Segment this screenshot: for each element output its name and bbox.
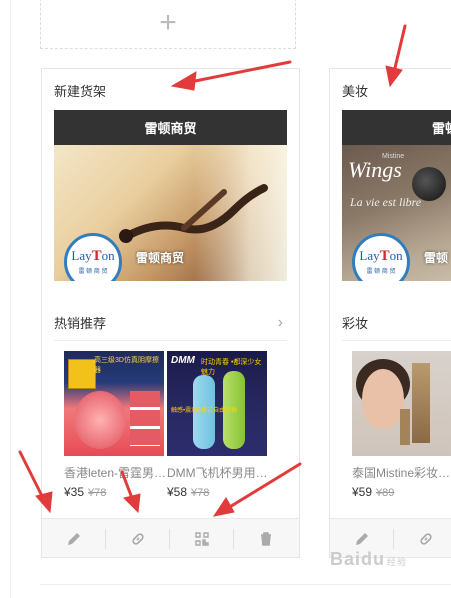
store-name-bar: 雷顿商贸 [54,110,287,145]
product-price: ¥58 ¥78 [167,485,210,499]
shelf-toolbar [42,518,299,557]
link-button[interactable] [394,529,451,549]
shelf-title: 美妆 [342,84,369,99]
trash-icon [261,532,271,546]
chevron-right-icon: › [277,313,283,331]
divider [40,584,451,585]
delete-button[interactable] [234,529,298,549]
link-button[interactable] [106,529,170,549]
section-label: 热销推荐 [54,316,107,331]
link-icon [420,533,432,545]
watermark: Baidu 经验 [330,549,408,569]
product-name[interactable]: 泰国Mistine彩妆… [352,464,451,481]
banner-store-name: 雷顿商贸 [136,251,185,265]
banner-figure [119,184,268,243]
product-image[interactable]: DMM 时动青春 •都深少女魅力 触感•震动&模式自由转换 [167,351,267,456]
shelf-title: 新建货架 [54,84,107,99]
shelf-banner-image: LayTon 雷 顿 商 贸 雷顿商贸 [54,145,287,281]
product-name[interactable]: 香港leten-雷霆男… [64,464,168,481]
section-label: 彩妆 [342,316,369,331]
product-price: ¥35 ¥78 [64,485,107,499]
add-shelf-button[interactable]: + [40,0,296,49]
store-name-bar: 雷顿 [342,110,451,145]
pencil-icon [355,533,368,545]
section-hot-recommend[interactable]: 热销推荐 › [54,305,287,341]
edit-button[interactable] [330,529,394,549]
qrcode-icon [194,532,209,546]
product-image[interactable]: 高三级3D仿真阴摩擦器 [64,351,164,456]
left-panel-edge [0,0,11,598]
product-image[interactable] [352,351,451,456]
qrcode-button[interactable] [170,529,234,549]
link-icon [131,533,144,545]
product-name[interactable]: DMM飞机杯男用… [167,464,271,481]
shelf-card-makeup[interactable]: 美妆 雷顿 Wings Mistine La vie est libre Lay… [329,68,451,558]
store-logo: LayTon 雷 顿 商 贸 [352,233,410,281]
plus-icon: + [159,6,177,39]
pencil-icon [67,533,80,545]
banner-store-name: 雷顿 [424,251,449,265]
shelf-banner-image: Wings Mistine La vie est libre LayTon 雷 … [342,145,451,281]
edit-button[interactable] [42,529,106,549]
product-price: ¥59 ¥89 [352,485,395,499]
shelf-card-new[interactable]: 新建货架 雷顿商贸 LayTon 雷 顿 商 贸 雷顿商贸 热销推荐 › 高三级… [41,68,300,558]
section-makeup[interactable]: 彩妆 [342,305,451,341]
